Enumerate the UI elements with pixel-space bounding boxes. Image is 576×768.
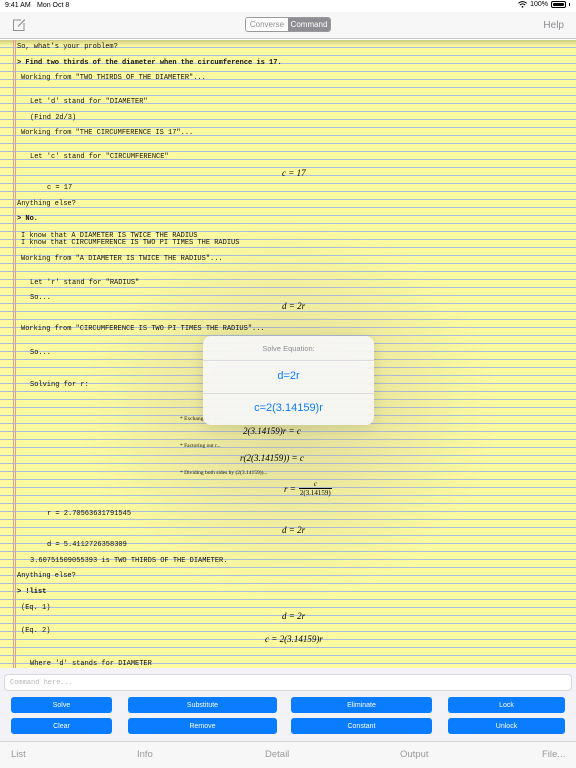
transcript-line: r = 2.70563631791545 [47,510,132,518]
transcript-line: Let 'c' stand for "CIRCUMFERENCE" [30,153,169,161]
transcript-line: So, what's your problem? [17,43,118,51]
math-equation: d = 2r [282,301,306,311]
tab-bar: List Info Detail Output File... [0,741,576,768]
math-equation: d = 2r [282,525,306,535]
transcript-line: (Find 2d/3) [30,114,77,122]
margin-line [15,40,16,668]
tab-info[interactable]: Info [137,749,153,760]
help-button[interactable]: Help [543,20,564,31]
status-bar: 9:41 AM Mon Oct 8 100% [0,0,576,12]
fraction-lhs: r = [284,483,296,494]
transcript-line: I know that CIRCUMFERENCE IS TWO PI TIME… [21,239,240,247]
substitute-button[interactable]: Substitute [128,697,277,713]
margin-line [13,40,14,668]
fraction: c 2(3.14159) [298,480,332,497]
math-fraction-equation: r = c 2(3.14159) [284,480,332,497]
math-equation: d = 2r [282,611,306,621]
lock-button[interactable]: Lock [448,697,565,713]
battery-nub [569,3,570,6]
math-equation: r(2(3.14159)) = c [240,453,304,463]
math-equation: c = 2(3.14159)r [265,634,323,644]
equation-label: (Eq. 2) [21,627,51,635]
popover-title: Solve Equation: [262,344,315,353]
tab-output[interactable]: Output [400,749,429,760]
tab-list[interactable]: List [11,749,26,760]
nav-bar: Converse Command Help [0,12,576,39]
popover-option-eq2[interactable]: c=2(3.14159)r [203,402,374,414]
transcript-line: Working from "TWO THIRDS OF THE DIAMETER… [21,74,206,82]
tab-detail[interactable]: Detail [265,749,289,760]
transcript-line: Where 'd' stands for DIAMETER [30,660,152,668]
eliminate-button[interactable]: Eliminate [291,697,432,713]
transcript-line: Solving for r: [30,381,89,389]
fraction-denominator: 2(3.14159) [298,488,332,497]
user-input-line: > !list [17,588,47,596]
constant-button[interactable]: Constant [291,718,432,734]
wifi-icon [518,1,527,8]
compose-icon[interactable] [12,18,26,32]
user-input-line: > Find two thirds of the diameter when t… [17,59,282,67]
transcript-line: Let 'd' stand for "DIAMETER" [30,98,148,106]
math-equation: c = 17 [282,168,306,178]
transcript-line: Working from "CIRCUMFERENCE IS TWO PI TI… [21,325,265,333]
transcript-line: Anything else? [17,200,76,208]
step-note: * Dividing both sides by (2(3.14159))... [180,470,268,476]
unlock-button[interactable]: Unlock [448,718,565,734]
transcript-line: 3.60751509055393 is TWO THIRDS OF THE DI… [30,557,228,565]
transcript-line: d = 5.4112726358309 [47,541,127,549]
status-indicators: 100% [518,1,570,8]
solve-button[interactable]: Solve [11,697,112,713]
transcript-line: So... [30,349,52,357]
transcript-line: Anything else? [17,572,76,580]
user-input-line: > No. [17,215,39,223]
transcript-line: Working from "THE CIRCUMFERENCE IS 17"..… [21,129,194,137]
popover-divider [203,360,374,361]
clear-button[interactable]: Clear [11,718,112,734]
transcript-line: So... [30,294,52,302]
math-equation: 2(3.14159)r = c [243,426,301,436]
step-note: * Factoring out r... [180,443,221,449]
transcript-line: Let 'r' stand for "RADIUS" [30,279,140,287]
transcript-line: c = 17 [47,184,73,192]
solve-equation-popover: Solve Equation: d=2r c=2(3.14159)r [203,336,374,425]
tab-file[interactable]: File... [542,749,565,760]
command-input[interactable] [4,674,572,691]
status-time: 9:41 AM [5,2,31,9]
equation-label: (Eq. 1) [21,604,51,612]
segment-command[interactable]: Command [288,18,330,31]
fraction-numerator: c [313,480,317,488]
battery-icon [551,1,566,8]
battery-percent: 100% [530,1,548,8]
mode-segmented-control: Converse Command [245,17,331,32]
popover-option-eq1[interactable]: d=2r [203,370,374,382]
popover-divider [203,393,374,394]
segment-converse[interactable]: Converse [246,18,288,31]
remove-button[interactable]: Remove [128,718,277,734]
transcript-line: Working from "A DIAMETER IS TWICE THE RA… [21,255,223,263]
status-date: Mon Oct 8 [37,2,70,9]
